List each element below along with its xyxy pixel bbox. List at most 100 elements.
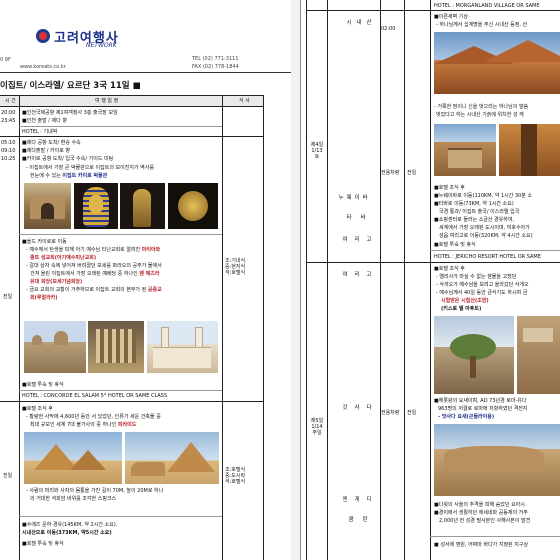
place-name: 리 [354, 237, 360, 243]
itinerary-line: ■경이에서 생활하던 에세네파 공동체의 거주 [434, 510, 528, 516]
synagogue-name: 유대 회당(모세기념회당) [30, 279, 83, 285]
itinerary-line: - 황량한 사막에 4,600년 동안 서 있었던, 인류가 세운 건축물 중 [26, 414, 161, 420]
itinerary-line: ■제다출발 / 카이로 향 [22, 148, 70, 154]
header-address: 0 9F [0, 57, 11, 63]
place-name: 리 [354, 272, 360, 278]
meal-cell: 조:호텔식 중:도시락 석:호텔식 [225, 467, 246, 486]
allday-label: 전일 [3, 294, 13, 300]
mount-sinai-photo [434, 32, 560, 94]
itinerary-line: - 금요 교회의 교황이 거주하므로 이집트 교회의 본부가 된 공중교 [26, 287, 162, 293]
mount-temptation-photo [517, 316, 560, 394]
place-name: 고 [366, 237, 372, 243]
place-name: 갓 [342, 405, 348, 411]
transport-cell: 전용차량 [381, 410, 400, 416]
itinerary-line: 의 거대한 석회암 바위를 조각한 스핑크스 [30, 496, 117, 502]
time-cell: 05:10 [1, 140, 16, 146]
itinerary-line: ■헤롯왕의 요새이며, AD 73년경 로마-유다 [434, 398, 527, 404]
allday-label: 전일 [407, 170, 417, 176]
allday-label: 전일 [3, 473, 13, 479]
place-name: 누 [338, 195, 344, 201]
col-header-meal: 식 사 [239, 98, 250, 104]
place-name: 타 [346, 215, 352, 221]
hotel-line: HOTEL : JERICHO RESORT HOTEL OR SAME [434, 254, 541, 260]
itinerary-line: 최대 규모인 세계 7대 불가사의 중 하나인 피라미드 [30, 422, 137, 428]
itinerary-line: ■올드 카이로로 이동 [22, 239, 67, 245]
itinerary-line: 세계에서 가장 오래된 도시이며, 여호수아가 [439, 225, 530, 231]
header-tel: TEL (02) 771-3111 [192, 56, 239, 62]
itinerary-line: 벗었다고 하는 시내산 기슭에 위치한 성 캐 [436, 112, 524, 118]
itinerary-line: ■ 성서에 영원, 어짜마 바다가 지정된 지구상 [434, 542, 529, 548]
place-name: 다 [366, 405, 372, 411]
tutankhamun-mask-photo [74, 183, 118, 229]
itinerary-line: ■제다 공항 도착/ 환승 수속 [22, 140, 81, 146]
place-name: 디 [366, 497, 372, 503]
itinerary-line: ■이른새벽 기상 [434, 14, 468, 20]
itinerary-line: 국경 통과/ 이집트 출국/ 이스라엘 입국 [439, 209, 520, 215]
church-interior-photo [88, 321, 144, 373]
itinerary-line: - 엘리사가 마실 수 없는 샘물을 고쳤던 [436, 274, 517, 280]
itinerary-line: - 거룩한 땅이니 신을 벗으라는 하나님의 말씀 [434, 104, 529, 110]
col-header-time: 시 간 [5, 98, 16, 104]
place-name: 바 [360, 215, 366, 221]
church-exterior-photo [24, 321, 86, 373]
itinerary-line: 963명의 저결로 로마에 저항하였던 격전지 [438, 406, 528, 412]
day-label: 제4일 1/13 토 [310, 142, 324, 161]
meal-cell: 조:기내식 중:현지식 석:호텔식 [225, 258, 246, 277]
church-name: 종뜨 성교회(아기예수피난교회) [30, 255, 97, 261]
hotel-line: HOTEL : CONCORDE EL SALAM 5* HOTEL OR SA… [22, 393, 168, 399]
page-title: 이집트/ 이스라엘/ 요르단 3국 11일 ■ [0, 81, 141, 91]
place-name: 여 [342, 237, 348, 243]
itinerary-line: ■수에즈 운하 경유(145KM, 약 2시간 소요), [22, 522, 118, 528]
transport-cell: 전용차량 [381, 170, 400, 176]
masada-name: - 맛사다 요새(곤돌라이용) [438, 414, 495, 420]
artifact-photo [168, 183, 218, 229]
place-name: 내 [356, 20, 362, 26]
itinerary-line: (키스로 엘 아후트) [441, 306, 482, 312]
itinerary-line: ■호텔 투숙 및 휴식 [434, 242, 476, 248]
day-label: 제5일 1/14 주일 [310, 418, 324, 437]
logo-emblem-icon [36, 29, 50, 43]
monastery-photo [434, 124, 496, 176]
itinerary-line: ■호텔 조식 후 [434, 266, 465, 272]
itinerary-line: 한눈에 수 있는 이집트 카이로 박물관 [30, 173, 108, 179]
itinerary-line: 시내산으로 이동(373KM, 약5시간 소요) [22, 530, 112, 536]
time-cell: 02:00 [381, 26, 396, 32]
right-page: HOTEL : MORGANLAND VILLAGE OR SAME 제4일 1… [301, 0, 560, 560]
place-name: 엔 [342, 497, 348, 503]
itinerary-line: - 예수님께서 40일 동안 금식기도 하시며 금 [436, 290, 528, 296]
pyramids-photo [24, 432, 122, 484]
itinerary-line: 성읍 여리고로 이동(320KM, 약 4시간 소요) [439, 233, 533, 239]
itinerary-line: 시험받은 시험산(조망) [441, 298, 489, 304]
left-page: 고려여행사 NETWORK 0 9F www.koreats.co.kr TEL… [0, 0, 291, 560]
itinerary-line: - 갈대 상자 속에 넣어져 버려졌던 모세를 파라오의 공주가 물에서 [26, 263, 162, 269]
itinerary-line: ■다윗의 사울의 추격을 피해 숨었던 요아시 [434, 502, 525, 508]
place-name: 산 [366, 20, 372, 26]
itinerary-line: - 이집트에서 가장 큰 박물관으로 이집트의 보이진지가 역사를 [26, 165, 154, 171]
allday-label: 전일 [407, 410, 417, 416]
itinerary-line: 2,000년 전 성경 필사본인 사해사본이 발견 [439, 518, 531, 524]
itinerary-line: ■인천국제공항 제1여객청사 3층 출국장 모임 [22, 110, 118, 116]
canyon-photo [499, 124, 560, 176]
hotel-line: HOTEL : 기내박 [22, 129, 58, 135]
itinerary-line: ■인천 출발 / 제다 향 [22, 118, 67, 124]
jericho-tree-photo [434, 316, 514, 394]
hanging-church-photo [147, 321, 218, 373]
statue-photo [120, 183, 165, 229]
place-name: 이 [354, 195, 360, 201]
place-name: 란 [362, 517, 368, 523]
place-name: 시 [346, 20, 352, 26]
itinerary-line: - 하나님께서 십계명을 주신 시내산 등정, 산 [436, 22, 528, 28]
hotel-line: HOTEL : MORGANLAND VILLAGE OR SAME [434, 3, 540, 9]
col-header-itinerary: 여 행 일 정 [95, 98, 119, 104]
place-name: 고 [366, 272, 372, 278]
itinerary-line: - 예수께서 탄생을 피해 아기 예수님 티난교회로 알려진 마리아와 [26, 247, 161, 253]
place-name: 바 [362, 195, 368, 201]
itinerary-line: ■카이로 공항 도착/ 입국 수속/ 가이드 미팅 [22, 156, 114, 162]
itinerary-line: ■호텔 조식 후 [434, 185, 465, 191]
company-logo-sub: NETWORK [86, 42, 117, 49]
itinerary-line: ■호텔 투숙 및 휴식 [22, 382, 64, 388]
time-cell: 10:25 [1, 156, 16, 162]
place-name: 사 [354, 405, 360, 411]
itinerary-line: - 삭개오가 예수님을 보려고 올라갔던 삭개오 [436, 282, 529, 288]
itinerary-line: ■호텔 조식 후 [22, 406, 53, 412]
